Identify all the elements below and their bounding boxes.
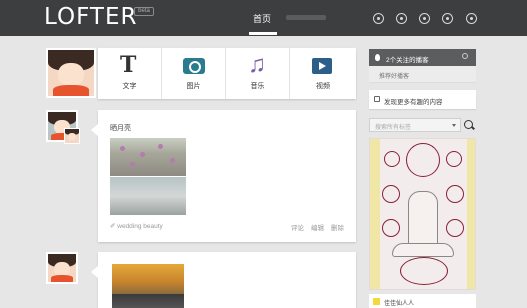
nav-home-tab[interactable]: 首页: [253, 12, 271, 25]
following-count-label: 2个关注的播客: [386, 57, 429, 64]
chevron-down-icon[interactable]: [452, 124, 456, 127]
publish-music-button[interactable]: ♫ 音乐: [226, 48, 290, 99]
comment-link[interactable]: 评论: [291, 222, 304, 232]
music-icon: ♫: [248, 51, 266, 78]
text-icon: T: [120, 52, 137, 78]
post-tags[interactable]: ✐ wedding beauty: [110, 222, 163, 230]
publish-text-button[interactable]: T 文字: [98, 48, 162, 99]
search-icon[interactable]: [462, 118, 476, 132]
publish-text-label: 文字: [122, 83, 137, 90]
publish-video-label: 视频: [316, 83, 330, 90]
user-badge-icon: [373, 298, 380, 305]
publish-video-button[interactable]: 视频: [290, 48, 356, 99]
publish-toolbar: T 文字 图片 ♫ 音乐 视频: [98, 48, 356, 99]
post-coauthor-avatar[interactable]: [64, 128, 80, 144]
tag-search-placeholder: 搜索所有标签: [375, 125, 412, 131]
nav-active-indicator: [249, 32, 277, 35]
discover-icon: [374, 96, 380, 102]
settings-icon[interactable]: [373, 13, 384, 24]
edit-link[interactable]: 编辑: [311, 222, 324, 232]
my-avatar[interactable]: [46, 48, 96, 98]
power-icon[interactable]: [466, 13, 477, 24]
discover-label: 发现更多有趣的内容: [384, 99, 443, 106]
delete-link[interactable]: 删除: [331, 222, 344, 232]
top-header: LOFTER beta 首页: [0, 0, 527, 36]
beta-badge: beta: [134, 7, 154, 16]
post-photo[interactable]: [112, 264, 184, 294]
nav-blurred-item[interactable]: [286, 15, 326, 20]
discover-more-link[interactable]: 发现更多有趣的内容: [369, 90, 476, 109]
post-title: 晒月亮: [110, 125, 131, 132]
suggested-user[interactable]: 佳佳仙人人: [369, 294, 476, 308]
featured-artwork[interactable]: [369, 138, 476, 290]
lofter-logo[interactable]: LOFTER: [44, 5, 138, 29]
publish-photo-label: 图片: [186, 83, 201, 90]
bell-icon: [375, 54, 380, 61]
tag-search-input[interactable]: 搜索所有标签: [369, 118, 461, 132]
message-icon[interactable]: [396, 13, 407, 24]
post-photo[interactable]: [110, 177, 186, 215]
publish-music-label: 音乐: [250, 83, 265, 90]
target-icon[interactable]: [419, 13, 430, 24]
recommend-label: 推荐好播客: [379, 74, 410, 80]
user-icon[interactable]: [442, 13, 453, 24]
post-author-avatar[interactable]: [46, 252, 78, 284]
following-blogs-bar[interactable]: 2个关注的播客: [369, 49, 476, 66]
recommend-blogs-link[interactable]: 推荐好播客: [369, 66, 476, 83]
suggested-user-name: 佳佳仙人人: [384, 301, 415, 307]
post-card: 晒月亮 ✐ wedding beauty 评论 编辑 删除: [91, 110, 356, 242]
search-icon[interactable]: [462, 53, 468, 59]
post-card: [91, 252, 356, 308]
video-icon: [312, 58, 332, 74]
post-photo[interactable]: [112, 294, 184, 308]
post-photo[interactable]: [110, 138, 186, 176]
camera-icon: [183, 58, 205, 74]
publish-photo-button[interactable]: 图片: [162, 48, 226, 99]
